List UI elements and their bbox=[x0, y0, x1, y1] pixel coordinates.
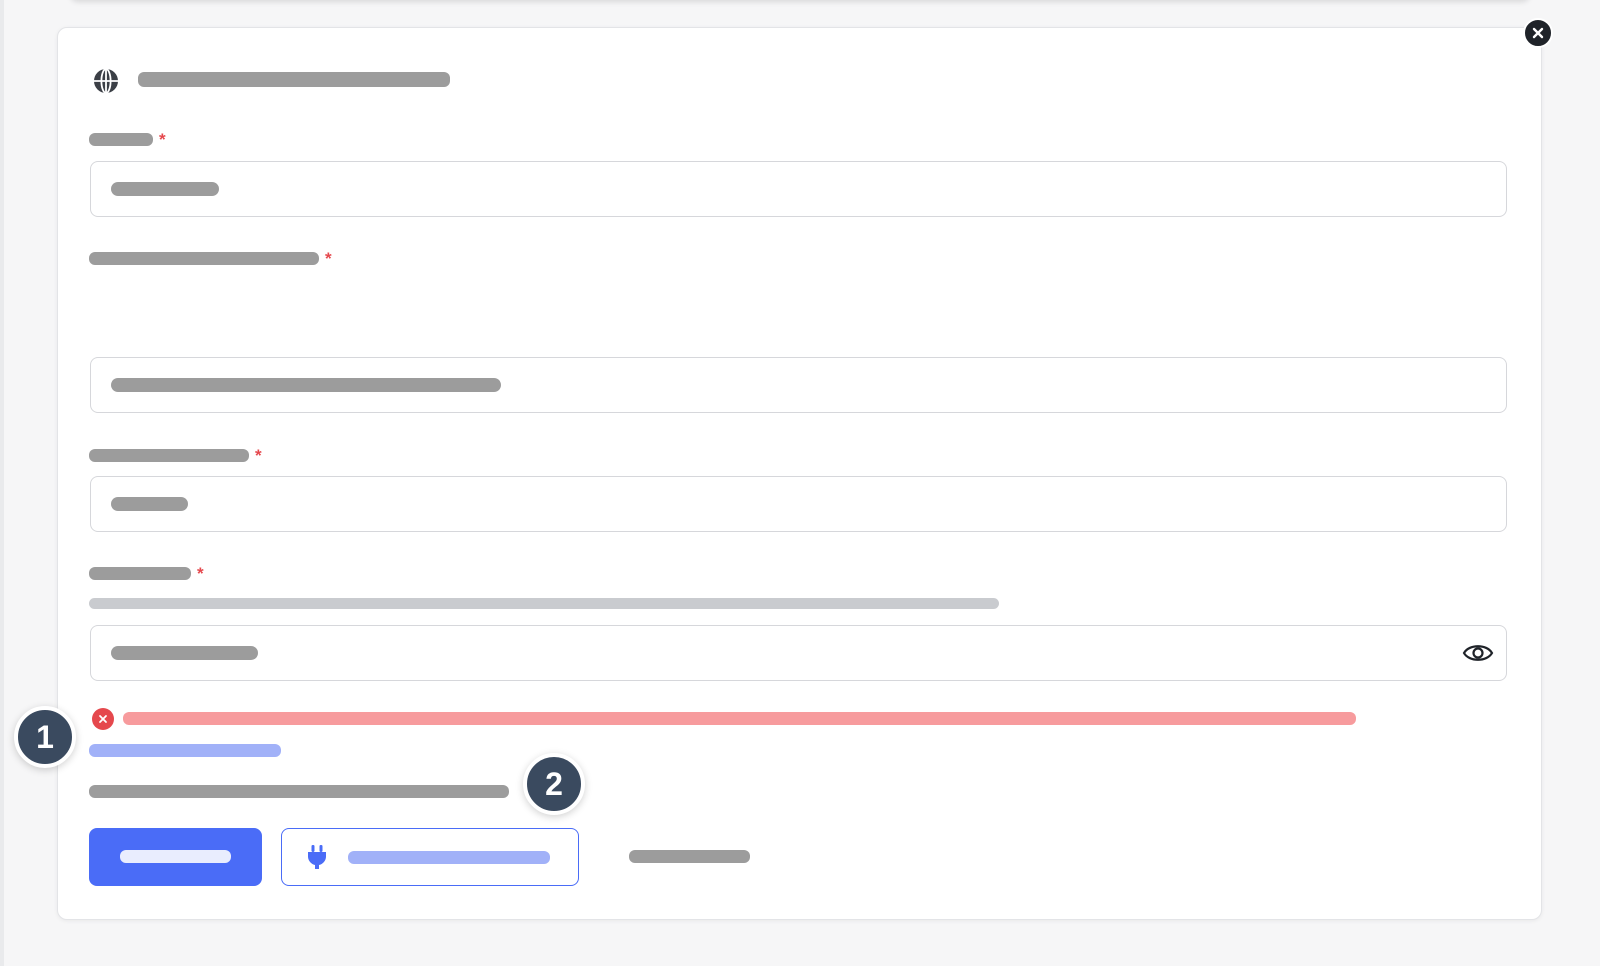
error-help-link[interactable] bbox=[89, 744, 281, 757]
left-scroll-strip bbox=[0, 0, 4, 966]
required-marker: * bbox=[197, 564, 204, 583]
footer-note bbox=[89, 785, 509, 798]
connect-button-label bbox=[348, 851, 550, 864]
field-4-label bbox=[89, 567, 191, 580]
field-4-description bbox=[89, 598, 999, 609]
field-3-input[interactable] bbox=[90, 476, 1507, 532]
field-2-input[interactable] bbox=[90, 357, 1507, 413]
required-marker: * bbox=[159, 130, 166, 149]
field-1-input[interactable] bbox=[90, 161, 1507, 217]
required-marker: * bbox=[325, 249, 332, 268]
primary-button-label bbox=[120, 850, 231, 863]
field-3-value bbox=[111, 497, 188, 511]
page: * * * * 1 2 bbox=[0, 0, 1600, 966]
field-1-label bbox=[89, 133, 153, 146]
error-circle-icon bbox=[92, 708, 114, 730]
field-4-value bbox=[111, 646, 258, 660]
required-marker: * bbox=[255, 446, 262, 465]
eye-icon[interactable] bbox=[1462, 639, 1494, 667]
field-3-label bbox=[89, 449, 249, 462]
plug-icon bbox=[308, 845, 326, 869]
field-4-password-input[interactable] bbox=[90, 625, 1507, 681]
close-button[interactable] bbox=[1523, 18, 1553, 48]
close-icon bbox=[1532, 27, 1544, 39]
globe-icon bbox=[94, 68, 118, 94]
connect-button[interactable] bbox=[281, 828, 579, 886]
step-badge-1: 1 bbox=[14, 706, 76, 768]
field-1-value bbox=[111, 182, 219, 196]
field-2-value bbox=[111, 378, 501, 392]
primary-button[interactable] bbox=[89, 828, 262, 886]
dialog-title bbox=[138, 72, 450, 87]
error-message bbox=[123, 712, 1356, 725]
field-2-label bbox=[89, 252, 319, 265]
text-link[interactable] bbox=[629, 850, 750, 863]
step-badge-2: 2 bbox=[523, 753, 585, 815]
